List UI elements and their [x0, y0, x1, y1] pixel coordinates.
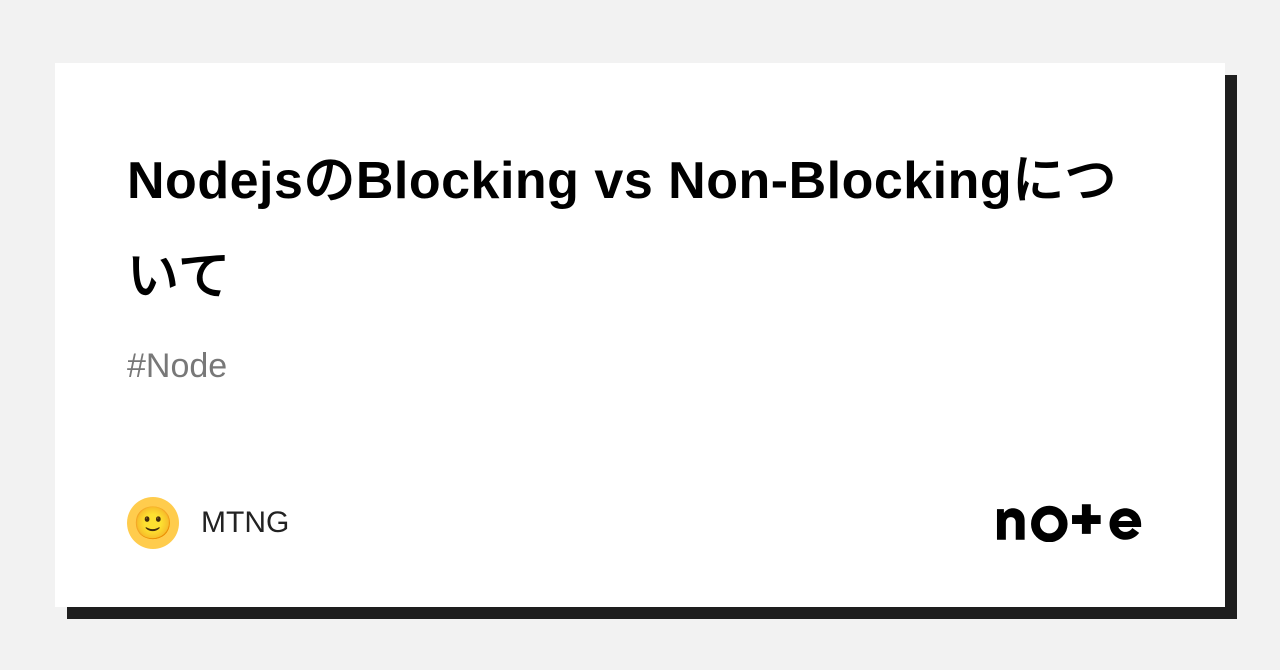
author-section[interactable]: 🙂 MTNG	[127, 497, 289, 549]
article-hashtag: #Node	[127, 347, 1153, 386]
card-footer: 🙂 MTNG	[127, 497, 1153, 557]
article-title: NodejsのBlocking vs Non-Blockingについて	[127, 133, 1153, 325]
author-name: MTNG	[201, 506, 289, 540]
author-avatar: 🙂	[127, 497, 179, 549]
note-logo-icon	[995, 504, 1153, 542]
note-logo	[995, 504, 1153, 542]
article-card: NodejsのBlocking vs Non-Blockingについて #Nod…	[55, 63, 1225, 607]
smiley-icon: 🙂	[133, 504, 173, 542]
